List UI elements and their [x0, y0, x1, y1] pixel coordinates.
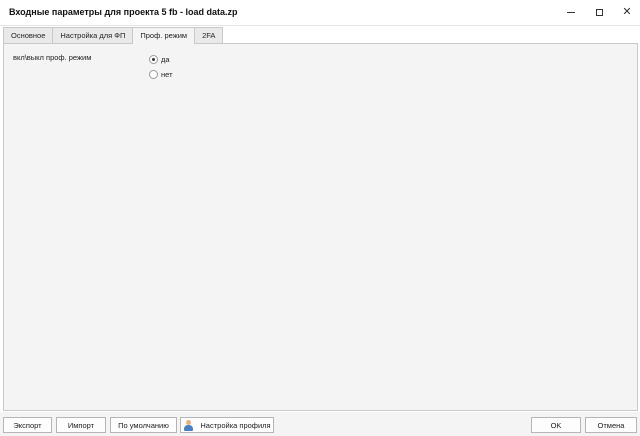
bottom-button-bar: Экспорт Импорт По умолчанию Настройка пр… [0, 412, 640, 436]
profile-settings-button[interactable]: Настройка профиля [180, 417, 274, 433]
minimize-icon [567, 11, 575, 13]
radio-no-label: нет [161, 70, 173, 79]
close-button[interactable]: ✕ [612, 0, 640, 24]
radio-option-no[interactable]: нет [149, 70, 173, 79]
radio-selected-dot [152, 58, 155, 61]
radio-yes[interactable] [149, 55, 158, 64]
tab-pro-mode[interactable]: Проф. режим [132, 27, 196, 44]
export-button[interactable]: Экспорт [3, 417, 52, 433]
minimize-button[interactable] [556, 0, 586, 24]
window-title: Входные параметры для проекта 5 fb - loa… [9, 7, 238, 17]
tab-main[interactable]: Основное [3, 27, 54, 43]
ok-button[interactable]: OK [531, 417, 581, 433]
user-icon [183, 419, 194, 431]
profile-settings-label: Настройка профиля [200, 420, 271, 430]
cancel-button[interactable]: Отмена [585, 417, 637, 433]
tab-2fa[interactable]: 2FA [194, 27, 224, 43]
radio-option-yes[interactable]: да [149, 55, 170, 64]
import-button[interactable]: Импорт [56, 417, 106, 433]
tab-panel-pro-mode: вкл\выкл проф. режим да нет [3, 43, 638, 411]
maximize-icon [595, 8, 603, 16]
defaults-button[interactable]: По умолчанию [110, 417, 177, 433]
close-icon: ✕ [622, 5, 632, 18]
pro-mode-label: вкл\выкл проф. режим [13, 53, 92, 62]
title-bar[interactable]: Входные параметры для проекта 5 fb - loa… [0, 0, 640, 26]
tab-bar: Основное Настройка для ФП Проф. режим 2F… [3, 27, 224, 44]
tab-fp-settings[interactable]: Настройка для ФП [52, 27, 134, 43]
maximize-button[interactable] [584, 0, 614, 24]
radio-no[interactable] [149, 70, 158, 79]
radio-yes-label: да [161, 55, 170, 64]
